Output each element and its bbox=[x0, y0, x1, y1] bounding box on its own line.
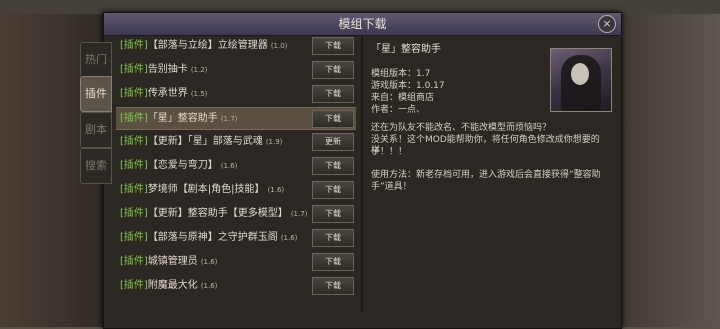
mod-tag: [插件] bbox=[120, 88, 148, 99]
mod-tag: [插件] bbox=[120, 184, 148, 195]
mod-version: (1.5) bbox=[190, 90, 208, 98]
mod-version: (1.6) bbox=[220, 162, 238, 170]
mod-name: 【部落与原神】之守护群玉阁 bbox=[147, 232, 278, 243]
dialog-title: 模组下载 bbox=[338, 17, 387, 31]
mod-name: 【更新】整容助手【更多模型】 bbox=[147, 208, 288, 219]
mod-version: (1.9) bbox=[265, 138, 283, 146]
mod-name: 附魔最大化 bbox=[147, 280, 198, 291]
mod-avatar-image bbox=[550, 48, 612, 112]
list-item[interactable]: [插件]梦境师【剧本|角色|技能】 (1.6) 下载 bbox=[116, 179, 356, 200]
update-button[interactable]: 更新 bbox=[312, 133, 354, 151]
mod-version: (1.0) bbox=[270, 42, 288, 50]
description-line: 还在为队友不能改名、不能改模型而烦恼吗？ bbox=[371, 123, 552, 133]
list-item[interactable]: [插件]告别抽卡 (1.2) 下载 bbox=[116, 59, 356, 80]
mod-tag: [插件] bbox=[120, 113, 148, 124]
mod-version: (1.6) bbox=[200, 258, 218, 266]
tab-hot[interactable]: 热门 bbox=[80, 42, 112, 78]
mod-version: (1.6) bbox=[200, 282, 218, 290]
download-button[interactable]: 下载 bbox=[312, 110, 354, 128]
mod-detail-panel: 「星」整容助手 模组版本：1.7 游戏版本：1.0.17 来自：模组商店 作者：… bbox=[365, 35, 614, 312]
mod-version: (1.2) bbox=[190, 66, 208, 74]
download-button[interactable]: 下载 bbox=[312, 37, 354, 55]
download-button[interactable]: 下载 bbox=[312, 253, 354, 271]
list-item[interactable]: [插件]传承世界 (1.5) 下载 bbox=[116, 83, 356, 104]
mod-name: 【更新】「星」部落与武魂 bbox=[147, 136, 263, 147]
description-line: 子！！！ bbox=[371, 147, 408, 157]
list-item[interactable]: [插件]城镇管理员 (1.6) 下载 bbox=[116, 251, 356, 272]
usage-line: 手”道具！ bbox=[371, 182, 412, 192]
download-button[interactable]: 下载 bbox=[312, 277, 354, 295]
download-button[interactable]: 下载 bbox=[312, 181, 354, 199]
mod-name: 传承世界 bbox=[147, 88, 188, 99]
mod-name: 【部落与立绘】立绘管理器 bbox=[147, 40, 268, 51]
author-text: 作者：一点、 bbox=[371, 105, 426, 115]
mod-name: 告别抽卡 bbox=[147, 64, 188, 75]
tab-search[interactable]: 搜索 bbox=[80, 148, 112, 184]
list-item-selected[interactable]: [插件]「星」整容助手 (1.7) 下载 bbox=[116, 107, 356, 130]
tab-plugins[interactable]: 插件 bbox=[80, 76, 112, 112]
list-item[interactable]: [插件]【恋爱与弯刀】 (1.6) 下载 bbox=[116, 155, 356, 176]
mod-tag: [插件] bbox=[120, 136, 148, 147]
mod-version: (1.7) bbox=[290, 210, 308, 218]
panel-divider bbox=[361, 35, 363, 312]
mod-tag: [插件] bbox=[120, 280, 148, 291]
list-item[interactable]: [插件]【部落与立绘】立绘管理器 (1.0) 下载 bbox=[116, 35, 356, 56]
download-button[interactable]: 下载 bbox=[312, 157, 354, 175]
mod-version: (1.6) bbox=[280, 234, 298, 242]
mod-tag: [插件] bbox=[120, 64, 148, 75]
mod-tag: [插件] bbox=[120, 256, 148, 267]
list-item[interactable]: [插件]【部落与原神】之守护群玉阁 (1.6) 下载 bbox=[116, 227, 356, 248]
close-icon[interactable]: × bbox=[598, 15, 616, 33]
mod-version: (1.6) bbox=[267, 186, 285, 194]
mod-name: 「星」整容助手 bbox=[147, 113, 218, 124]
list-item[interactable]: [插件]【更新】整容助手【更多模型】 (1.7) 下载 bbox=[116, 203, 356, 224]
tab-search-label: 搜索 bbox=[85, 159, 107, 172]
mod-tag: [插件] bbox=[120, 160, 148, 171]
tab-plugins-label: 插件 bbox=[85, 87, 107, 100]
tab-scripts[interactable]: 剧本 bbox=[80, 112, 112, 148]
mod-tag: [插件] bbox=[120, 232, 148, 243]
mod-name: 梦境师【剧本|角色|技能】 bbox=[147, 184, 265, 195]
download-button[interactable]: 下载 bbox=[312, 229, 354, 247]
mod-tag: [插件] bbox=[120, 40, 148, 51]
usage-line: 使用方法：新老存档可用，进入游戏后会直接获得“整容助 bbox=[371, 170, 601, 180]
mod-name: 城镇管理员 bbox=[147, 256, 198, 267]
mod-name: 【恋爱与弯刀】 bbox=[147, 160, 218, 171]
list-item[interactable]: [插件]附魔最大化 (1.6) 下载 bbox=[116, 275, 356, 296]
list-item[interactable]: [插件]【更新】「星」部落与武魂 (1.9) 更新 bbox=[116, 131, 356, 152]
tab-hot-label: 热门 bbox=[85, 53, 107, 66]
dialog-titlebar: 模组下载 × bbox=[104, 13, 621, 36]
download-button[interactable]: 下载 bbox=[312, 61, 354, 79]
download-button[interactable]: 下载 bbox=[312, 85, 354, 103]
download-button[interactable]: 下载 bbox=[312, 205, 354, 223]
tab-scripts-label: 剧本 bbox=[85, 123, 107, 136]
mod-version: (1.7) bbox=[220, 115, 238, 123]
detail-title: 「星」整容助手 bbox=[371, 44, 441, 55]
mod-tag: [插件] bbox=[120, 208, 148, 219]
mod-list: [插件]【部落与立绘】立绘管理器 (1.0) 下载 [插件]告别抽卡 (1.2) 下… bbox=[116, 35, 356, 312]
